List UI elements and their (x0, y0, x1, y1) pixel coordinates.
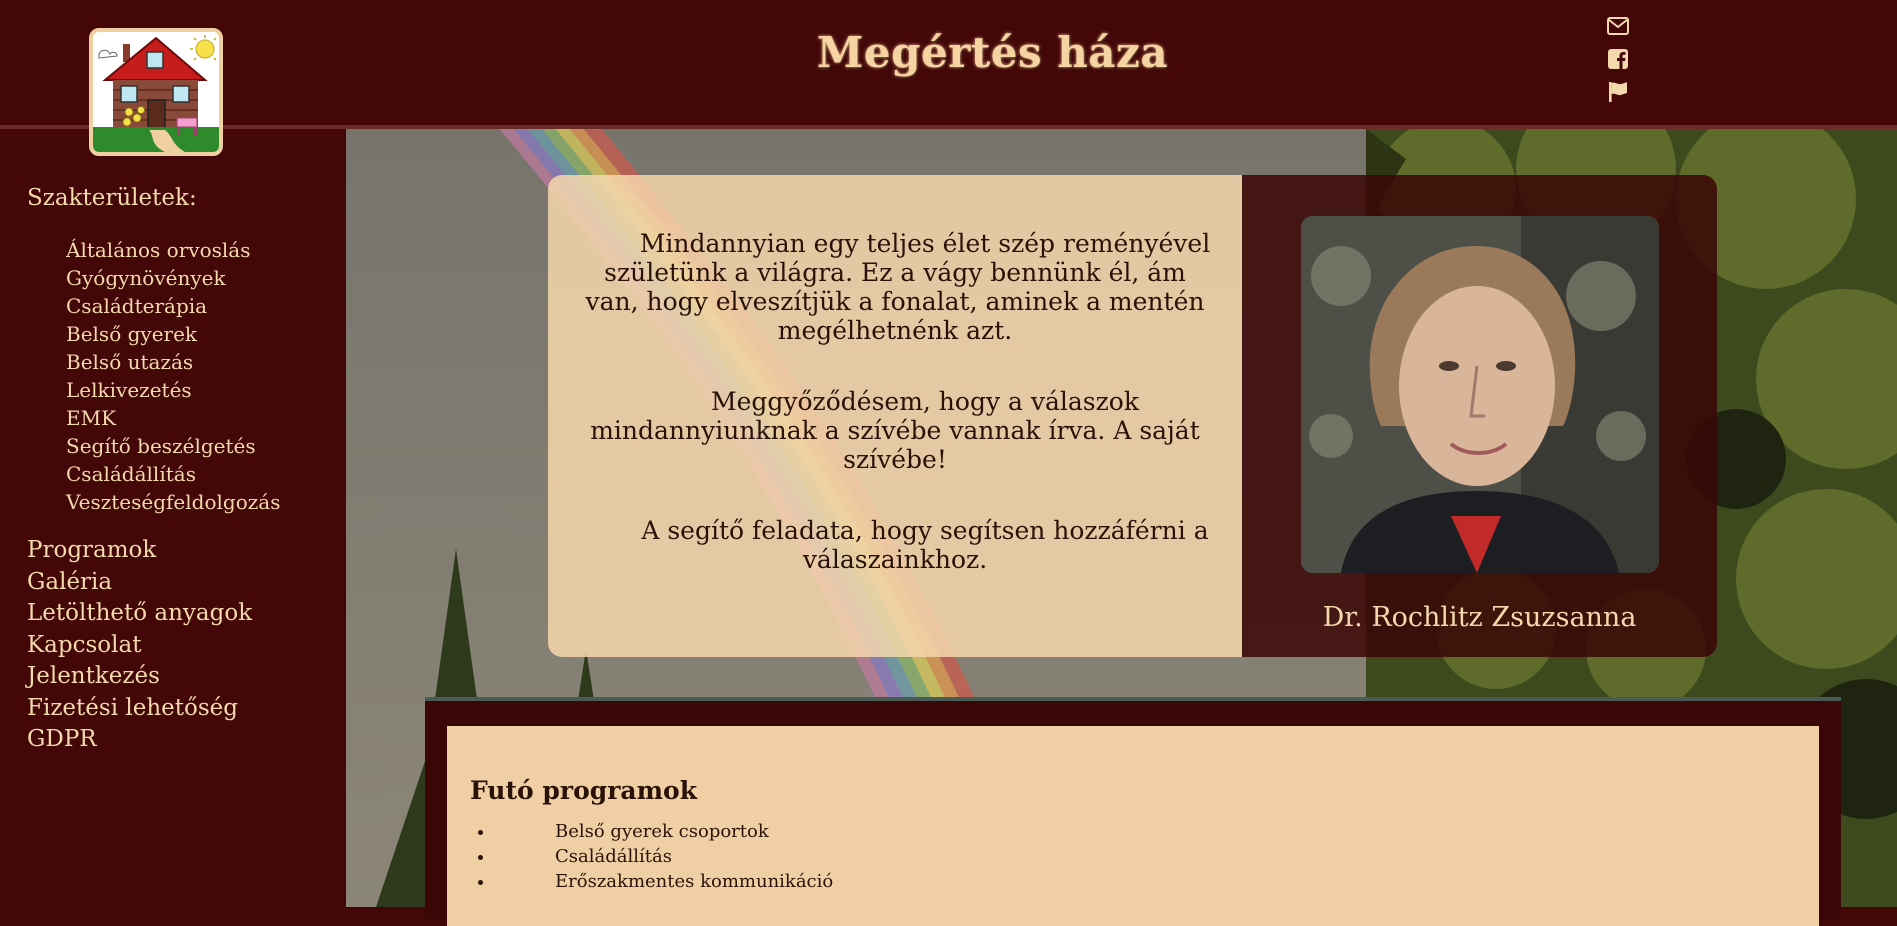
portrait-photo (1301, 216, 1659, 573)
sidebar-item-letoltheto-anyagok[interactable]: Letölthető anyagok (27, 598, 252, 630)
sidebar-item-belso-utazas[interactable]: Belső utazás (66, 348, 280, 376)
specialties-list: Általános orvoslás Gyógynövények Családt… (66, 236, 280, 516)
sidebar-item-belso-gyerek[interactable]: Belső gyerek (66, 320, 280, 348)
sidebar-item-lelkivezetes[interactable]: Lelkivezetés (66, 376, 280, 404)
person-name: Dr. Rochlitz Zsuzsanna (1322, 602, 1637, 633)
programs-section: Futó programok Belső gyerek csoportok Cs… (447, 726, 1819, 926)
main-nav-list: Programok Galéria Letölthető anyagok Kap… (27, 535, 252, 756)
quote-paragraph-2: Meggyőződésem, hogy a válaszok mindannyi… (590, 387, 1200, 474)
sidebar-nav: Szakterületek: Általános orvoslás Gyógyn… (0, 129, 346, 907)
sidebar-item-csaladallitas[interactable]: Családállítás (66, 460, 280, 488)
sidebar-item-kapcsolat[interactable]: Kapcsolat (27, 630, 252, 662)
sidebar-item-jelentkezes[interactable]: Jelentkezés (27, 661, 252, 693)
sidebar-heading: Szakterületek: (27, 185, 197, 211)
envelope-icon[interactable] (1606, 14, 1630, 38)
sidebar-item-altalanos-orvoslas[interactable]: Általános orvoslás (66, 236, 280, 264)
sidebar-item-fizetesi-lehetoseg[interactable]: Fizetési lehetőség (27, 693, 252, 725)
house-logo-icon (93, 32, 219, 152)
program-item[interactable]: Családállítás (495, 844, 1796, 869)
sidebar-item-gdpr[interactable]: GDPR (27, 724, 252, 756)
sidebar-item-csaladterapia[interactable]: Családterápia (66, 292, 280, 320)
sidebar-item-veszteségfeldolgozas[interactable]: Veszteségfeldolgozás (66, 488, 280, 516)
sidebar-item-programok[interactable]: Programok (27, 535, 252, 567)
program-item[interactable]: Erőszakmentes kommunikáció (495, 869, 1796, 894)
person-card: Dr. Rochlitz Zsuzsanna (1242, 175, 1717, 657)
program-item[interactable]: Belső gyerek csoportok (495, 819, 1796, 844)
programs-title: Futó programok (470, 776, 698, 805)
site-header: Megértés háza (0, 0, 1897, 129)
sidebar-item-segito-beszelgetes[interactable]: Segítő beszélgetés (66, 432, 280, 460)
sidebar-item-gyogynovenyek[interactable]: Gyógynövények (66, 264, 280, 292)
sidebar-item-emk[interactable]: EMK (66, 404, 280, 432)
facebook-icon[interactable] (1606, 47, 1630, 71)
header-icons (1606, 14, 1630, 113)
quote-paragraph-1: Mindannyian egy teljes élet szép reményé… (585, 229, 1211, 345)
quote-paragraph-3: A segítő feladata, hogy segítsen hozzáfé… (641, 516, 1209, 574)
programs-list: Belső gyerek csoportok Családállítás Erő… (470, 819, 1796, 894)
portrait-image (1301, 216, 1659, 573)
site-logo[interactable] (89, 28, 223, 156)
flag-icon[interactable] (1606, 80, 1630, 104)
quote-card: Mindannyian egy teljes élet szép reményé… (548, 175, 1242, 657)
sidebar-item-galeria[interactable]: Galéria (27, 567, 252, 599)
